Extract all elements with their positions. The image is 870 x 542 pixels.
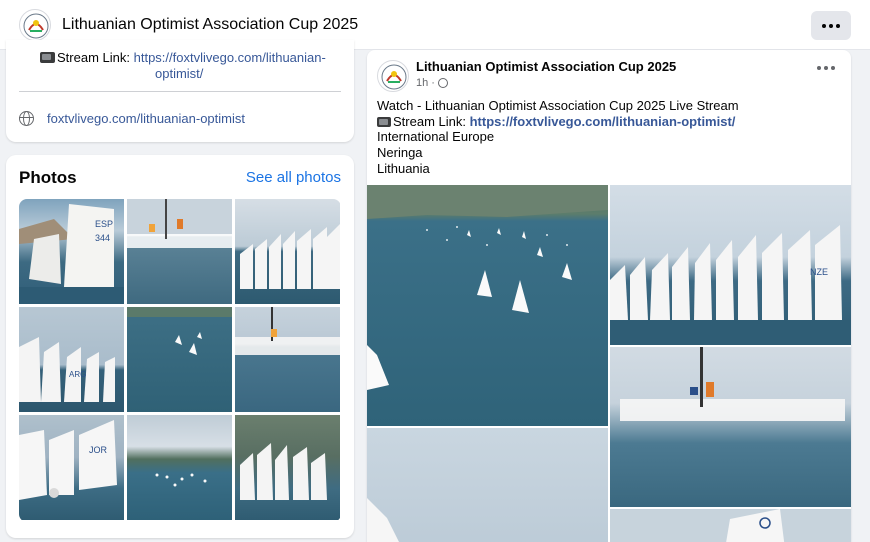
- stream-link-continued[interactable]: optimist/: [40, 66, 340, 82]
- fleet-photo: [235, 307, 340, 355]
- lake-photo: [155, 473, 207, 487]
- svg-text:NZE: NZE: [810, 267, 828, 277]
- sailboat-photo: ESP 344: [19, 204, 124, 304]
- post-text: Watch - Lithuanian Optimist Association …: [377, 98, 837, 177]
- post-line-location1: International Europe: [377, 129, 495, 145]
- page-avatar[interactable]: [19, 9, 51, 41]
- svg-text:ARG: ARG: [69, 370, 86, 379]
- stream-label: Stream Link:: [57, 50, 130, 65]
- club-logo-icon: [23, 13, 49, 39]
- photos-card: Photos See all photos ESP 344 ARG JOR: [6, 155, 354, 538]
- page-title: Lithuanian Optimist Association Cup 2025: [62, 16, 359, 33]
- globe-icon: [19, 110, 34, 126]
- fleet-closeup-photo: NZE: [610, 225, 851, 345]
- more-horizontal-icon: [822, 23, 840, 28]
- photo-thumbnail[interactable]: [235, 307, 340, 412]
- public-globe-icon: [437, 78, 448, 88]
- svg-text:344: 344: [95, 233, 110, 243]
- post-card: Lithuanian Optimist Association Cup 2025…: [367, 50, 851, 542]
- intro-stream-text: Stream Link: https://foxtvlivego.com/lit…: [40, 50, 340, 82]
- post-more-button[interactable]: [817, 66, 835, 70]
- more-horizontal-icon: [817, 66, 835, 70]
- meta-separator: ·: [431, 77, 435, 89]
- post-photo-fleet[interactable]: NZE: [610, 185, 851, 345]
- sailboat-photo: JOR: [19, 420, 117, 500]
- post-meta: 1h ·: [416, 77, 448, 89]
- intro-card: Stream Link: https://foxtvlivego.com/lit…: [6, 40, 354, 142]
- sail-closeup-photo: [367, 498, 399, 542]
- more-options-button[interactable]: [811, 11, 851, 40]
- photo-thumbnail[interactable]: [235, 415, 340, 520]
- post-photo-horizon[interactable]: [610, 347, 851, 507]
- fleet-horizon-photo: [620, 347, 845, 421]
- post-photo-bottom-right[interactable]: [610, 509, 851, 542]
- post-photo-bottom-left[interactable]: [367, 428, 608, 542]
- photo-thumbnail[interactable]: [235, 199, 340, 304]
- tv-icon: [377, 116, 391, 127]
- tv-icon: [40, 52, 55, 63]
- photos-heading: Photos: [19, 168, 77, 187]
- post-photo-aerial[interactable]: [367, 185, 608, 426]
- sail-closeup-photo: [726, 509, 785, 542]
- website-link[interactable]: foxtvlivego.com/lithuanian-optimist: [47, 111, 245, 126]
- svg-text:ESP: ESP: [95, 219, 113, 229]
- post-photo-collage: NZE: [367, 185, 851, 542]
- club-logo-icon: [381, 64, 407, 90]
- photo-thumbnail[interactable]: [127, 415, 232, 520]
- fleet-photo: [240, 443, 327, 500]
- photo-thumbnail[interactable]: [127, 307, 232, 412]
- fleet-photo: [240, 224, 340, 289]
- svg-text:JOR: JOR: [89, 445, 108, 455]
- aerial-photo: [127, 307, 232, 355]
- post-time[interactable]: 1h: [416, 77, 428, 89]
- post-stream-link[interactable]: https://foxtvlivego.com/lithuanian-optim…: [470, 114, 736, 129]
- photo-thumbnail[interactable]: ARG: [19, 307, 124, 412]
- fleet-photo: ARG: [19, 337, 115, 402]
- photo-grid: ESP 344 ARG JOR: [19, 199, 341, 522]
- fleet-photo: [127, 199, 232, 248]
- post-line-stream: Stream Link: https://foxtvlivego.com/lit…: [377, 114, 837, 130]
- website-row: foxtvlivego.com/lithuanian-optimist: [19, 109, 245, 127]
- photo-thumbnail[interactable]: [127, 199, 232, 304]
- post-author-avatar[interactable]: [377, 60, 409, 92]
- post-line-location3: Lithuania: [377, 160, 430, 176]
- post-line-watch: Watch - Lithuanian Optimist Association …: [377, 98, 739, 113]
- photo-thumbnail[interactable]: JOR: [19, 415, 124, 520]
- see-all-photos-link[interactable]: See all photos: [246, 169, 341, 186]
- aerial-regatta-photo: [367, 185, 608, 390]
- divider: [19, 91, 341, 92]
- post-author-name[interactable]: Lithuanian Optimist Association Cup 2025: [416, 59, 676, 74]
- stream-label: Stream Link:: [393, 113, 466, 129]
- stream-link[interactable]: https://foxtvlivego.com/lithuanian-: [134, 50, 326, 65]
- post-line-location2: Neringa: [377, 145, 423, 161]
- photo-thumbnail[interactable]: ESP 344: [19, 199, 124, 304]
